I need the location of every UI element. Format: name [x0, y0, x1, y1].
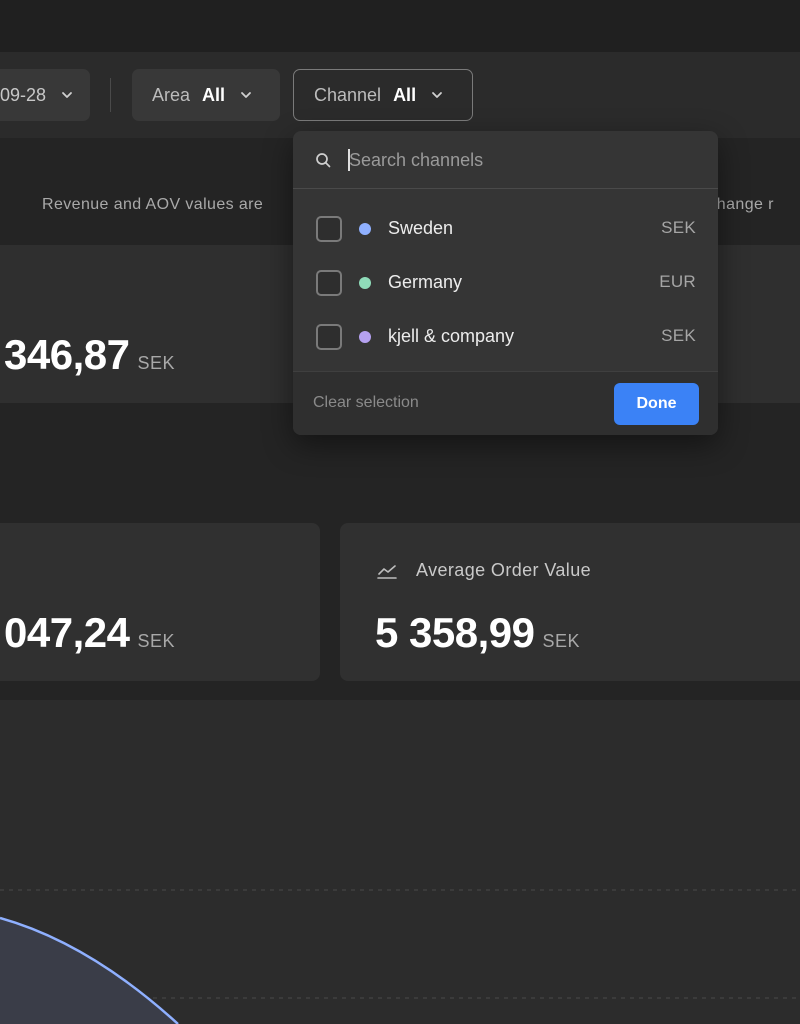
option-currency: SEK: [661, 326, 696, 345]
date-filter-chip[interactable]: 09-28: [0, 69, 90, 121]
chart-area-fill: [0, 918, 178, 1024]
option-checkbox[interactable]: [316, 216, 342, 242]
option-checkbox[interactable]: [316, 324, 342, 350]
chevron-down-icon: [241, 92, 251, 98]
metric-unit: SEK: [137, 631, 175, 651]
option-name: Sweden: [388, 218, 454, 238]
channel-option-kjell-company[interactable]: kjell & company SEK: [293, 310, 718, 364]
revenue-value: 346,87: [4, 331, 130, 378]
metric-value: 047,24: [4, 609, 130, 656]
revenue-unit: SEK: [137, 353, 175, 373]
notice-text-left: Revenue and AOV values are: [42, 196, 264, 213]
revenue-value-row: 346,87 SEK: [4, 331, 175, 379]
aov-card-title: Average Order Value: [376, 560, 591, 581]
channel-color-dot: [359, 277, 371, 289]
date-filter-value: 09-28: [0, 84, 47, 105]
trend-chart-icon: [377, 564, 397, 579]
chevron-down-icon: [432, 92, 442, 98]
top-strip: [0, 0, 800, 52]
option-name: Germany: [388, 272, 463, 292]
channel-search-row: [293, 131, 718, 189]
channel-search-input[interactable]: [345, 144, 695, 176]
channel-option-germany[interactable]: Germany EUR: [293, 256, 718, 310]
channel-option-sweden[interactable]: Sweden SEK: [293, 202, 718, 256]
clear-selection-button[interactable]: Clear selection: [313, 394, 419, 412]
channel-dropdown: Sweden SEK Germany EUR kjell & company S…: [293, 131, 718, 435]
metric-value-row: 047,24 SEK: [4, 609, 175, 657]
channel-color-dot: [359, 331, 371, 343]
channel-color-dot: [359, 223, 371, 235]
chevron-down-icon: [62, 92, 72, 98]
aov-unit: SEK: [542, 631, 581, 651]
aov-value: 5 358,99: [375, 609, 535, 656]
search-icon: [316, 153, 331, 168]
revenue-chart: [0, 889, 800, 1024]
aov-value-row: 5 358,99 SEK: [375, 609, 580, 657]
option-name: kjell & company: [388, 326, 515, 346]
area-filter-chip[interactable]: Area All: [132, 69, 280, 121]
option-checkbox[interactable]: [316, 270, 342, 296]
option-currency: EUR: [659, 272, 696, 291]
filter-divider: [110, 78, 111, 112]
text-caret: [348, 149, 350, 171]
channel-filter-chip[interactable]: Channel All: [293, 69, 473, 121]
aov-title: Average Order Value: [416, 560, 592, 580]
done-button[interactable]: Done: [614, 383, 699, 425]
option-currency: SEK: [661, 218, 696, 237]
area-filter-label: Area: [152, 84, 191, 105]
area-filter-value: All: [202, 84, 226, 105]
aov-card: [340, 523, 800, 681]
channel-filter-value: All: [393, 84, 417, 105]
metric-card: [0, 523, 320, 681]
channel-filter-label: Channel: [314, 84, 382, 105]
dropdown-footer: Clear selection Done: [293, 371, 718, 435]
